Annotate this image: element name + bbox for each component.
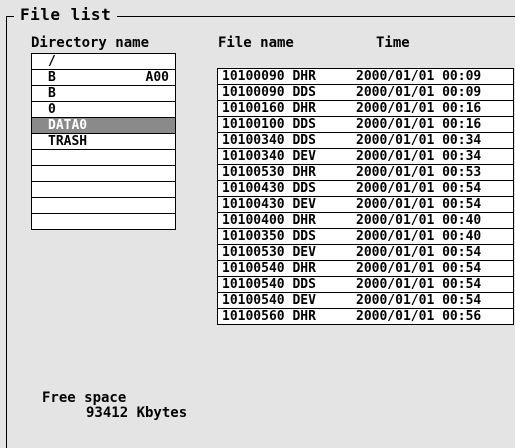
file-row[interactable]: 10100400 DHR 2000/01/01 00:40: [218, 213, 513, 229]
free-space-label: Free space: [42, 390, 127, 406]
file-row[interactable]: 10100350 DDS 2000/01/01 00:40: [218, 229, 513, 245]
directory-item[interactable]: [32, 182, 175, 198]
file-name-cell: 10100340 DEV: [222, 149, 316, 164]
directory-item[interactable]: DATA0: [32, 118, 175, 134]
directory-item-name: DATA0: [48, 118, 88, 133]
panel-title: File list: [14, 5, 118, 25]
directory-header: Directory name: [31, 35, 150, 51]
file-name-cell: 10100430 DEV: [222, 197, 316, 212]
file-table[interactable]: 10100090 DHR 2000/01/01 00:09 10100090 DDS…: [217, 68, 514, 325]
file-name-cell: 10100560 DHR: [222, 309, 316, 324]
file-row[interactable]: 10100100 DDS 2000/01/01 00:16: [218, 117, 513, 133]
file-name-cell: 10100400 DHR: [222, 213, 316, 228]
directory-item-extra: A00: [145, 70, 169, 85]
free-space-value: 93412 Kbytes: [86, 405, 188, 421]
file-row[interactable]: 10100340 DDS 2000/01/01 00:34: [218, 133, 513, 149]
file-time-cell: 2000/01/01 00:54: [356, 261, 482, 276]
file-name-cell: 10100430 DDS: [222, 181, 316, 196]
file-name-cell: 10100160 DHR: [222, 101, 316, 116]
file-time-cell: 2000/01/01 00:16: [356, 117, 482, 132]
directory-item-name: 0: [48, 102, 56, 117]
file-time-cell: 2000/01/01 00:09: [356, 69, 482, 84]
directory-item-name: B: [48, 70, 56, 85]
file-time-cell: 2000/01/01 00:53: [356, 165, 482, 180]
file-name-cell: 10100100 DDS: [222, 117, 316, 132]
time-header: Time: [376, 35, 410, 51]
file-row[interactable]: 10100540 DEV 2000/01/01 00:54: [218, 293, 513, 309]
file-time-cell: 2000/01/01 00:34: [356, 149, 482, 164]
directory-item[interactable]: [32, 150, 175, 166]
directory-item[interactable]: B A00: [32, 70, 175, 86]
file-row[interactable]: 10100540 DHR 2000/01/01 00:54: [218, 261, 513, 277]
directory-list[interactable]: / B A00 B 0 DATA0 TRASH: [31, 53, 176, 230]
file-row[interactable]: 10100540 DDS 2000/01/01 00:54: [218, 277, 513, 293]
file-row[interactable]: 10100340 DEV 2000/01/01 00:34: [218, 149, 513, 165]
file-time-cell: 2000/01/01 00:54: [356, 277, 482, 292]
file-name-header: File name: [218, 35, 294, 51]
directory-item-name: /: [48, 54, 56, 69]
file-time-cell: 2000/01/01 00:54: [356, 293, 482, 308]
file-row[interactable]: 10100560 DHR 2000/01/01 00:56: [218, 309, 513, 324]
file-name-cell: 10100540 DDS: [222, 277, 316, 292]
file-time-cell: 2000/01/01 00:34: [356, 133, 482, 148]
file-row[interactable]: 10100530 DEV 2000/01/01 00:54: [218, 245, 513, 261]
directory-item[interactable]: B: [32, 86, 175, 102]
directory-item-name: TRASH: [48, 134, 88, 149]
file-row[interactable]: 10100430 DDS 2000/01/01 00:54: [218, 181, 513, 197]
file-time-cell: 2000/01/01 00:54: [356, 245, 482, 260]
directory-item[interactable]: TRASH: [32, 134, 175, 150]
directory-item[interactable]: [32, 166, 175, 182]
file-name-cell: 10100340 DDS: [222, 133, 316, 148]
file-name-cell: 10100540 DHR: [222, 261, 316, 276]
directory-item-name: B: [48, 86, 56, 101]
file-time-cell: 2000/01/01 00:54: [356, 181, 482, 196]
file-row[interactable]: 10100090 DHR 2000/01/01 00:09: [218, 69, 513, 85]
file-name-cell: 10100090 DDS: [222, 85, 316, 100]
file-time-cell: 2000/01/01 00:56: [356, 309, 482, 324]
file-row[interactable]: 10100430 DEV 2000/01/01 00:54: [218, 197, 513, 213]
file-time-cell: 2000/01/01 00:16: [356, 101, 482, 116]
file-time-cell: 2000/01/01 00:54: [356, 197, 482, 212]
file-time-cell: 2000/01/01 00:40: [356, 229, 482, 244]
file-time-cell: 2000/01/01 00:40: [356, 213, 482, 228]
directory-item[interactable]: [32, 214, 175, 229]
directory-item[interactable]: 0: [32, 102, 175, 118]
file-name-cell: 10100090 DHR: [222, 69, 316, 84]
file-row[interactable]: 10100530 DHR 2000/01/01 00:53: [218, 165, 513, 181]
file-name-cell: 10100540 DEV: [222, 293, 316, 308]
directory-item[interactable]: [32, 198, 175, 214]
file-name-cell: 10100530 DEV: [222, 245, 316, 260]
directory-item[interactable]: /: [32, 54, 175, 70]
file-row[interactable]: 10100090 DDS 2000/01/01 00:09: [218, 85, 513, 101]
file-name-cell: 10100530 DHR: [222, 165, 316, 180]
file-row[interactable]: 10100160 DHR 2000/01/01 00:16: [218, 101, 513, 117]
file-time-cell: 2000/01/01 00:09: [356, 85, 482, 100]
file-name-cell: 10100350 DDS: [222, 229, 316, 244]
